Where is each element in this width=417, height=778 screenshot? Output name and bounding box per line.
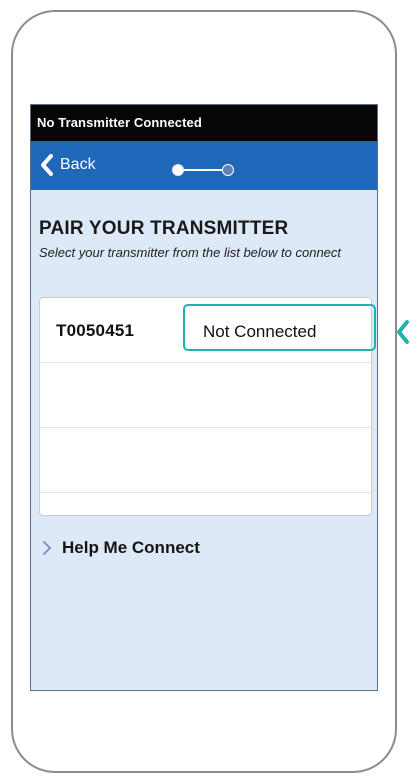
connection-status-text: No Transmitter Connected <box>37 115 202 130</box>
help-me-connect-link[interactable]: Help Me Connect <box>42 538 200 558</box>
callout-chevron-icon <box>397 320 409 344</box>
progress-step-two <box>222 164 234 176</box>
status-highlight-callout <box>183 304 376 351</box>
back-label: Back <box>60 156 96 173</box>
transmitter-id: T0050451 <box>56 321 135 340</box>
app-screenshot: No Transmitter Connected Back PAIR YOUR … <box>0 0 417 778</box>
chevron-right-icon <box>43 541 51 555</box>
empty-transmitter-row <box>40 428 371 493</box>
help-link-label: Help Me Connect <box>62 538 200 557</box>
back-button[interactable]: Back <box>39 152 96 178</box>
page-title: PAIR YOUR TRANSMITTER <box>39 217 289 239</box>
progress-step-one <box>172 164 184 176</box>
empty-transmitter-row <box>40 363 371 428</box>
status-bar: No Transmitter Connected <box>31 105 377 141</box>
pairing-instructions: Select your transmitter from the list be… <box>39 245 342 260</box>
phone-screen: No Transmitter Connected Back PAIR YOUR … <box>30 104 378 691</box>
progress-line <box>178 169 228 171</box>
pairing-progress-indicator <box>172 164 234 176</box>
chevron-left-icon <box>41 154 53 176</box>
navigation-bar: Back <box>31 141 377 190</box>
